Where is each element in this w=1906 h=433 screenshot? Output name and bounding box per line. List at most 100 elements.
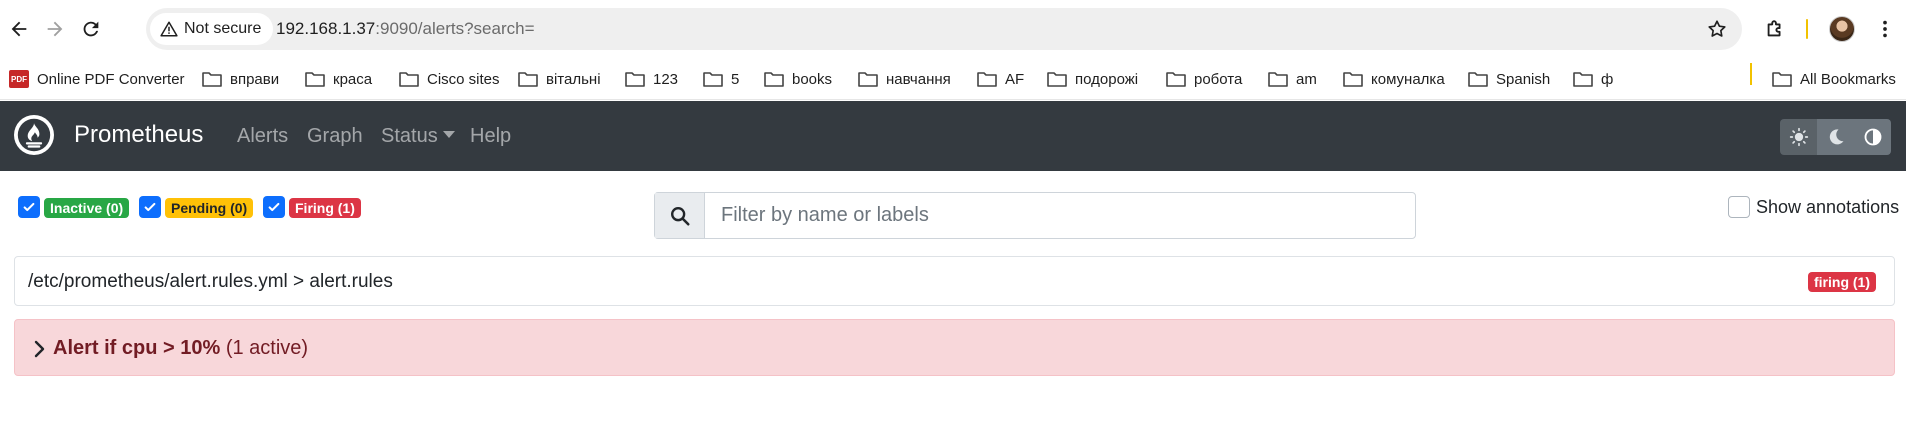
- bookmark-label: комуналка: [1371, 70, 1445, 88]
- bookmark-pdf-converter[interactable]: PDF Online PDF Converter: [9, 66, 185, 92]
- bookmarks-bar: PDF Online PDF Converter вправи краса Ci…: [0, 58, 1906, 100]
- pdf-icon: PDF: [9, 70, 29, 88]
- menu-button[interactable]: [1870, 14, 1900, 44]
- bookmark-folder[interactable]: 5: [703, 66, 739, 92]
- reload-button[interactable]: [76, 14, 106, 44]
- extensions-button[interactable]: [1760, 14, 1790, 44]
- kebab-menu-icon: [1883, 20, 1887, 38]
- theme-dark-button[interactable]: [1817, 119, 1854, 155]
- bookmark-folder[interactable]: краса: [305, 66, 372, 92]
- nav-status-label: Status: [381, 125, 438, 147]
- bookmark-label: Online PDF Converter: [37, 70, 185, 88]
- bookmark-folder[interactable]: навчання: [858, 66, 951, 92]
- folder-icon: [1772, 72, 1792, 87]
- warning-icon: [160, 21, 178, 37]
- star-icon[interactable]: [1706, 18, 1728, 40]
- rule-group-state: firing (1): [1808, 272, 1876, 292]
- folder-icon: [977, 72, 997, 87]
- show-annotations-toggle[interactable]: Show annotations: [1728, 196, 1899, 218]
- bookmark-label: AF: [1005, 70, 1025, 88]
- all-bookmarks-label: All Bookmarks: [1800, 70, 1896, 88]
- folder-icon: [1573, 72, 1593, 87]
- nav-status[interactable]: Status: [381, 125, 455, 148]
- alert-rule-row[interactable]: Alert if cpu > 10% (1 active): [14, 319, 1895, 376]
- bookmark-folder[interactable]: Cisco sites: [399, 66, 500, 92]
- profile-avatar[interactable]: [1829, 16, 1855, 42]
- bookmark-folder[interactable]: books: [764, 66, 832, 92]
- bookmark-folder[interactable]: робота: [1166, 66, 1242, 92]
- folder-icon: [1343, 72, 1363, 87]
- chevron-right-icon: [34, 340, 45, 358]
- bookmark-folder[interactable]: вітальні: [518, 66, 601, 92]
- search-addon: [655, 193, 705, 238]
- all-bookmarks[interactable]: All Bookmarks: [1772, 66, 1896, 92]
- folder-icon: [305, 72, 325, 87]
- bookmark-folder[interactable]: подорожі: [1047, 66, 1138, 92]
- prometheus-logo-icon[interactable]: [14, 115, 54, 155]
- bookmark-folder[interactable]: Spanish: [1468, 66, 1550, 92]
- arrow-left-icon: [11, 21, 27, 37]
- firing-badge[interactable]: Firing (1): [289, 198, 361, 218]
- bookmark-label: Spanish: [1496, 70, 1551, 88]
- folder-icon: [625, 72, 645, 87]
- bookmark-folder[interactable]: AF: [977, 66, 1024, 92]
- arrow-right-icon: [47, 21, 63, 37]
- url-path: :9090/alerts?search=: [375, 19, 535, 38]
- rule-group-header: /etc/prometheus/alert.rules.yml > alert.…: [14, 256, 1895, 306]
- alert-active-count: (1 active): [225, 337, 309, 359]
- check-icon: [23, 202, 35, 212]
- folder-icon: [764, 72, 784, 87]
- security-chip[interactable]: Not secure: [150, 13, 274, 45]
- bookmark-label: краса: [333, 70, 373, 88]
- rule-group-path: /etc/prometheus/alert.rules.yml > alert.…: [28, 271, 393, 292]
- inactive-checkbox[interactable]: [18, 196, 40, 218]
- nav-help[interactable]: Help: [470, 125, 511, 148]
- check-icon: [268, 202, 280, 212]
- folder-icon: [202, 72, 222, 87]
- toolbar-divider: [1806, 19, 1808, 39]
- nav-alerts[interactable]: Alerts: [237, 125, 288, 148]
- bookmark-folder[interactable]: am: [1268, 66, 1317, 92]
- bookmark-label: 5: [731, 70, 740, 88]
- bookmark-label: вітальні: [546, 70, 601, 88]
- search-input[interactable]: [705, 193, 1415, 238]
- address-bar[interactable]: Not secure 192.168.1.37:9090/alerts?sear…: [146, 8, 1742, 50]
- inactive-badge[interactable]: Inactive (0): [44, 198, 130, 218]
- brand-title[interactable]: Prometheus: [74, 121, 203, 149]
- alert-name: Alert if cpu > 10%: [53, 337, 221, 359]
- search-icon: [670, 206, 690, 226]
- reload-icon: [83, 21, 99, 37]
- pending-checkbox[interactable]: [139, 196, 161, 218]
- show-annotations-checkbox[interactable]: [1728, 196, 1750, 218]
- sun-icon: [1789, 127, 1808, 147]
- folder-icon: [1268, 72, 1288, 87]
- puzzle-icon: [1767, 20, 1781, 37]
- search-group: [654, 192, 1416, 239]
- theme-light-button[interactable]: [1780, 119, 1817, 155]
- folder-icon: [1047, 72, 1067, 87]
- forward-button[interactable]: [40, 14, 70, 44]
- firing-checkbox[interactable]: [263, 196, 285, 218]
- back-button[interactable]: [4, 14, 34, 44]
- bookmark-label: подорожі: [1075, 70, 1139, 88]
- bookmark-folder[interactable]: вправи: [202, 66, 279, 92]
- bookmark-folder[interactable]: ф: [1573, 66, 1613, 92]
- flame-icon: [17, 118, 51, 152]
- nav-graph[interactable]: Graph: [307, 125, 363, 148]
- folder-icon: [1468, 72, 1488, 87]
- folder-icon: [858, 72, 878, 87]
- folder-icon: [399, 72, 419, 87]
- caret-down-icon: [442, 131, 455, 138]
- folder-icon: [1166, 72, 1186, 87]
- theme-auto-button[interactable]: [1854, 119, 1891, 155]
- bookmark-label: 123: [653, 70, 679, 88]
- pending-badge[interactable]: Pending (0): [165, 198, 254, 218]
- browser-toolbar: Not secure 192.168.1.37:9090/alerts?sear…: [0, 0, 1906, 58]
- bookmark-folder[interactable]: 123: [625, 66, 678, 92]
- bookmark-folder[interactable]: комуналка: [1343, 66, 1445, 92]
- folder-icon: [518, 72, 538, 87]
- url-text[interactable]: 192.168.1.37:9090/alerts?search=: [276, 19, 535, 39]
- bookmark-label: Cisco sites: [427, 70, 500, 88]
- firing-count-badge: firing (1): [1808, 272, 1876, 292]
- bookmark-label: books: [792, 70, 833, 88]
